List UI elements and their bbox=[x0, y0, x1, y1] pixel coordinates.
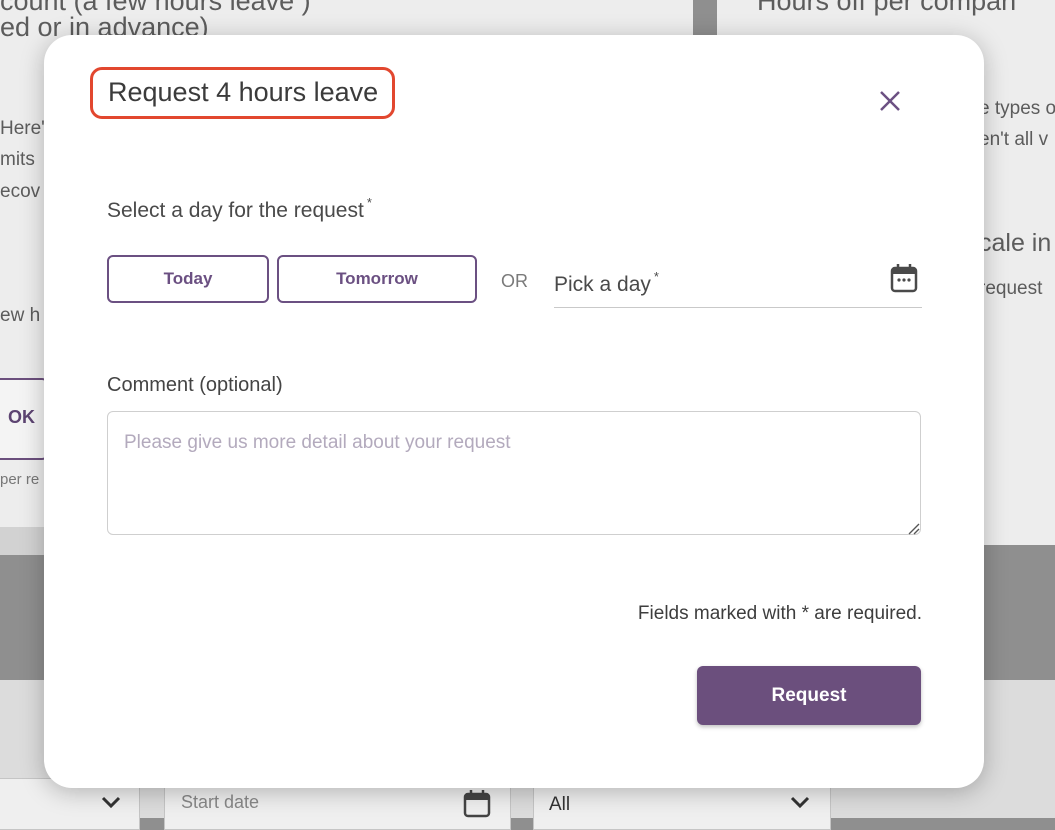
or-separator: OR bbox=[501, 271, 528, 291]
background-text-line: mits bbox=[0, 149, 35, 170]
background-text-line: en't all v bbox=[979, 129, 1049, 150]
resize-handle-icon[interactable] bbox=[908, 522, 920, 540]
close-icon bbox=[880, 91, 900, 111]
required-mark: * bbox=[653, 269, 659, 284]
start-date-placeholder: Start date bbox=[181, 792, 260, 812]
background-subheading: cale in bbox=[979, 229, 1052, 257]
today-button[interactable]: Today bbox=[107, 255, 269, 303]
filter-value: All bbox=[549, 794, 571, 815]
chevron-down-icon bbox=[100, 795, 122, 814]
request-leave-modal: Request 4 hours leave Select a day for t… bbox=[44, 35, 984, 788]
tomorrow-button[interactable]: Tomorrow bbox=[277, 255, 477, 303]
close-button[interactable] bbox=[874, 85, 906, 117]
background-text-line: request bbox=[979, 278, 1043, 299]
calendar-icon[interactable] bbox=[890, 263, 918, 298]
background-text-line: ew h bbox=[0, 305, 41, 326]
background-text-line: e types o bbox=[979, 98, 1055, 119]
background-heading-right: Hours off per compan bbox=[757, 0, 1017, 16]
comment-label: Comment (optional) bbox=[107, 374, 283, 396]
request-button[interactable]: Request bbox=[697, 666, 921, 725]
background-text-line: ecov bbox=[0, 181, 41, 202]
background-ok-label: OK bbox=[8, 407, 35, 427]
required-mark: * bbox=[366, 195, 372, 210]
pick-a-day-label: Pick a day * bbox=[554, 269, 659, 297]
background-small-text: per re bbox=[0, 471, 40, 488]
pick-a-day-label-text: Pick a day bbox=[554, 273, 651, 296]
required-fields-note: Fields marked with * are required. bbox=[637, 603, 922, 624]
day-select-label: Select a day for the request * bbox=[107, 195, 372, 223]
pick-a-day-field[interactable]: Pick a day * bbox=[554, 257, 922, 308]
day-select-label-text: Select a day for the request bbox=[107, 199, 364, 222]
chevron-down-icon bbox=[789, 795, 811, 814]
title-highlight: Request 4 hours leave bbox=[90, 67, 396, 119]
modal-title: Request 4 hours leave bbox=[108, 77, 379, 107]
comment-field[interactable] bbox=[107, 411, 921, 535]
